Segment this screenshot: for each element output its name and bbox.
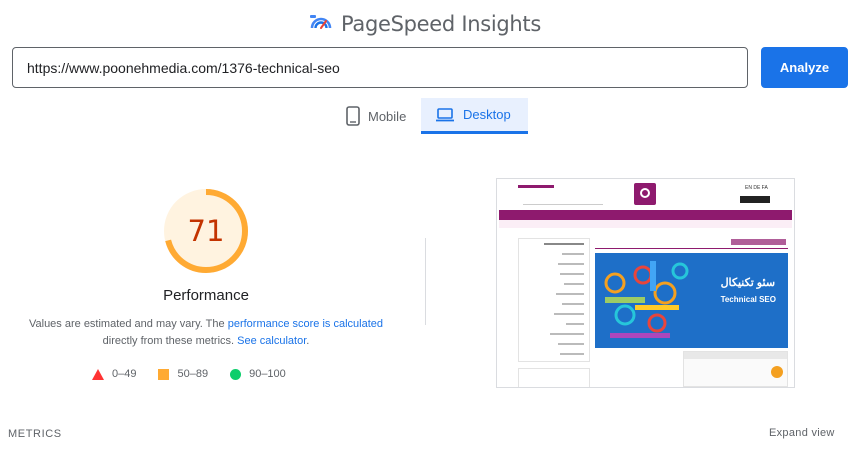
screenshot-hero-text-en: Technical SEO: [720, 295, 776, 304]
sidebar-line: [562, 253, 584, 255]
tab-mobile-label: Mobile: [368, 108, 407, 124]
tab-mobile[interactable]: Mobile: [332, 98, 420, 134]
screenshot-guide-box: [683, 351, 788, 387]
legend-item-fail: 0–49: [92, 368, 136, 380]
see-calculator-link[interactable]: See calculator: [237, 335, 306, 347]
sidebar-line: [544, 243, 584, 245]
performance-title: Performance: [163, 287, 249, 304]
legend-range-fail: 0–49: [112, 368, 137, 380]
screenshot-logo: [634, 183, 656, 205]
sidebar-line: [562, 303, 584, 305]
sidebar-line: [564, 283, 584, 285]
expand-view-button[interactable]: Expand view: [769, 427, 835, 439]
vertical-divider: [425, 238, 426, 325]
screenshot-hero-text-fa: سئو تکنیکال: [720, 277, 776, 289]
screenshot-breadcrumb-bar: [499, 220, 792, 228]
analyze-button[interactable]: Analyze: [761, 47, 848, 88]
performance-description: Values are estimated and may vary. The p…: [20, 316, 392, 350]
legend-range-pass: 90–100: [249, 368, 286, 380]
desc-prefix: Values are estimated and may vary. The: [28, 318, 228, 330]
screenshot-brand-text: [518, 185, 554, 188]
orange-square-icon: [158, 368, 170, 380]
sidebar-line: [560, 353, 584, 355]
sidebar-line: [550, 333, 584, 335]
app-header: PageSpeed Insights: [0, 12, 850, 36]
screenshot-login-button: [740, 196, 770, 203]
performance-score-value: 71: [187, 214, 225, 248]
sidebar-line: [554, 313, 584, 315]
tab-desktop-label: Desktop: [463, 107, 511, 122]
screenshot-article-title: [595, 239, 788, 249]
screenshot-badge-icon: [771, 366, 783, 378]
laptop-icon: [436, 107, 454, 121]
url-input[interactable]: [12, 47, 748, 88]
screenshot-sidebar-box: [518, 368, 590, 387]
pagespeed-logo-icon: [309, 15, 332, 29]
screenshot-guide-box-header: [684, 352, 787, 359]
sidebar-line: [558, 263, 584, 265]
legend-item-pass: 90–100: [230, 368, 286, 380]
screenshot-sidebar: [518, 238, 590, 362]
legend-item-average: 50–89: [158, 368, 208, 380]
screenshot-header: EN DE FA: [497, 179, 794, 209]
legend-range-average: 50–89: [177, 368, 209, 380]
sidebar-line: [560, 273, 584, 275]
mobile-phone-icon: [346, 106, 360, 126]
screenshot-hero-image: سئو تکنیکال Technical SEO: [595, 253, 788, 348]
performance-score-link[interactable]: performance score is calculated: [228, 318, 383, 330]
page-screenshot-thumbnail: EN DE FA سئو تکنیکال Technical SEO: [496, 178, 795, 388]
tab-desktop[interactable]: Desktop: [421, 98, 528, 134]
screenshot-lang-switch: EN DE FA: [745, 185, 768, 191]
screenshot-search-field: [523, 198, 603, 205]
green-circle-icon: [230, 368, 242, 380]
sidebar-line: [556, 293, 584, 295]
desc-middle: directly from these metrics.: [102, 335, 238, 347]
sidebar-line: [558, 343, 584, 345]
screenshot-hero-text: سئو تکنیکال Technical SEO: [721, 277, 776, 305]
score-legend: 0–49 50–89 90–100: [92, 368, 308, 380]
app-title: PageSpeed Insights: [340, 12, 542, 36]
desc-suffix: .: [306, 335, 310, 347]
screenshot-nav-bar: [499, 210, 792, 220]
sidebar-line: [566, 323, 584, 325]
red-triangle-icon: [92, 368, 104, 380]
metrics-section-label: METRICS: [8, 428, 62, 440]
